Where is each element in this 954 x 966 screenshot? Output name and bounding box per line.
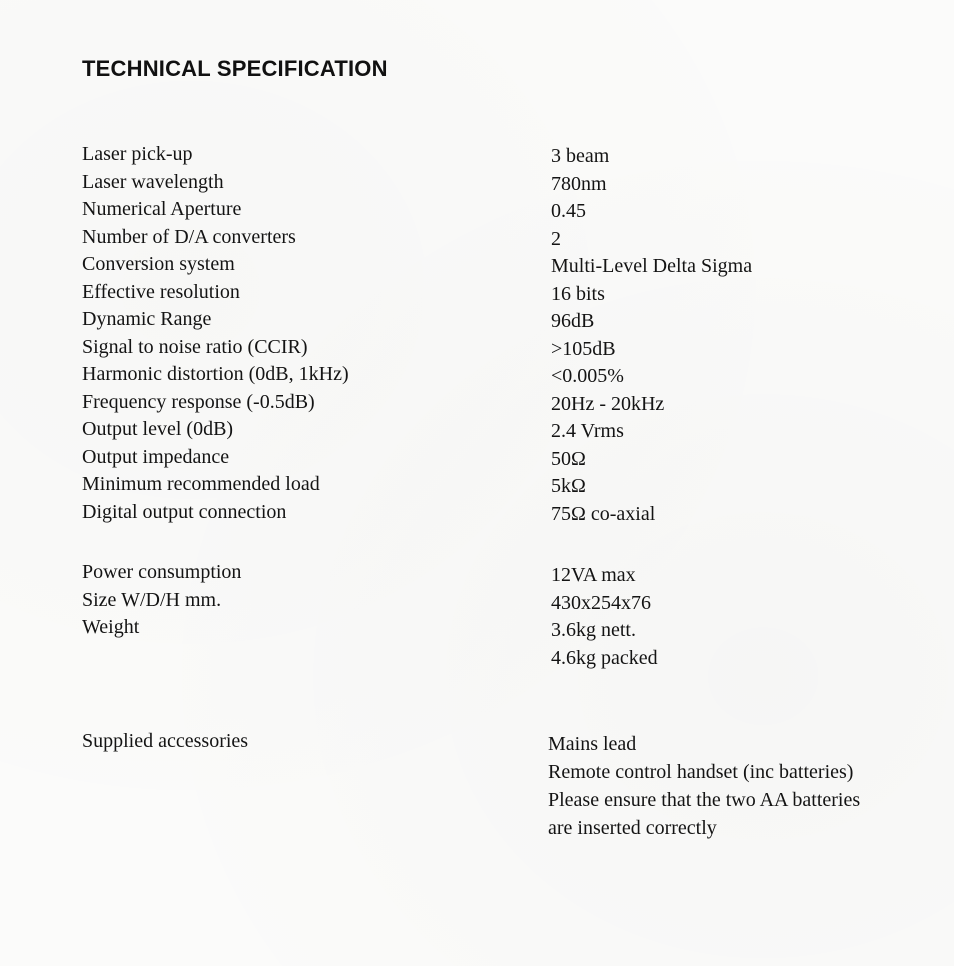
spec-label: Dynamic Range <box>82 308 212 330</box>
page-title: TECHNICAL SPECIFICATION <box>82 56 388 81</box>
spec-label: Frequency response (-0.5dB) <box>82 390 315 413</box>
spec-label: Effective resolution <box>82 280 240 303</box>
spec-label: Laser wavelength <box>82 170 224 193</box>
accessories-label: Supplied accessories <box>82 730 249 752</box>
spec-values-physical: 12VA max 430x254x76 3.6kg nett. 4.6kg pa… <box>551 562 658 672</box>
spec-labels-primary: Laser pick-up Laser wavelength Numerical… <box>82 141 349 526</box>
accessory-note: are inserted correctly <box>548 817 717 839</box>
spec-labels-physical: Power consumption Size W/D/H mm. Weight <box>82 559 241 642</box>
spec-value-power: 12VA max <box>551 564 636 586</box>
spec-value: 2 <box>551 227 561 250</box>
spec-value: 50Ω <box>551 447 586 470</box>
spec-label: Conversion system <box>82 253 235 275</box>
spec-label: Harmonic distortion (0dB, 1kHz) <box>82 363 349 385</box>
spec-value: 16 bits <box>551 282 605 305</box>
accessories-list: Mains lead Remote control handset (inc b… <box>548 731 860 843</box>
accessory-item: Mains lead <box>548 733 637 755</box>
spec-value: <0.005% <box>551 365 624 387</box>
spec-label: Signal to noise ratio (CCIR) <box>82 335 308 358</box>
spec-label-power: Power consumption <box>82 561 242 583</box>
spec-value-weight-nett: 3.6kg nett. <box>551 619 636 641</box>
spec-value: >105dB <box>551 337 616 360</box>
spec-label-weight: Weight <box>82 616 140 638</box>
accessories-label-column: Supplied accessories <box>82 728 248 756</box>
spec-value: 96dB <box>551 310 595 332</box>
spec-label: Number of D/A converters <box>82 225 296 248</box>
spec-value: 20Hz - 20kHz <box>551 392 665 415</box>
accessory-item: Remote control handset (inc batteries) <box>548 761 854 783</box>
spec-label: Output level (0dB) <box>82 418 234 440</box>
spec-label: Minimum recommended load <box>82 473 320 495</box>
spec-value: 75Ω co-axial <box>551 502 656 525</box>
spec-value: 780nm <box>551 172 607 195</box>
spec-label: Numerical Aperture <box>82 198 242 220</box>
spec-values-primary: 3 beam 780nm 0.45 2 Multi-Level Delta Si… <box>551 143 752 528</box>
spec-value: 3 beam <box>551 145 610 167</box>
spec-label: Output impedance <box>82 445 230 468</box>
accessory-note: Please ensure that the two AA batteries <box>548 789 861 811</box>
spec-value: Multi-Level Delta Sigma <box>551 255 753 277</box>
spec-value: 0.45 <box>551 200 586 222</box>
spec-label: Digital output connection <box>82 500 287 523</box>
spec-value-weight-packed: 4.6kg packed <box>551 646 658 669</box>
spec-label-size: Size W/D/H mm. <box>82 588 222 611</box>
spec-value: 5kΩ <box>551 475 586 497</box>
spec-value-size: 430x254x76 <box>551 591 651 614</box>
spec-value: 2.4 Vrms <box>551 420 624 442</box>
spec-label: Laser pick-up <box>82 143 193 165</box>
